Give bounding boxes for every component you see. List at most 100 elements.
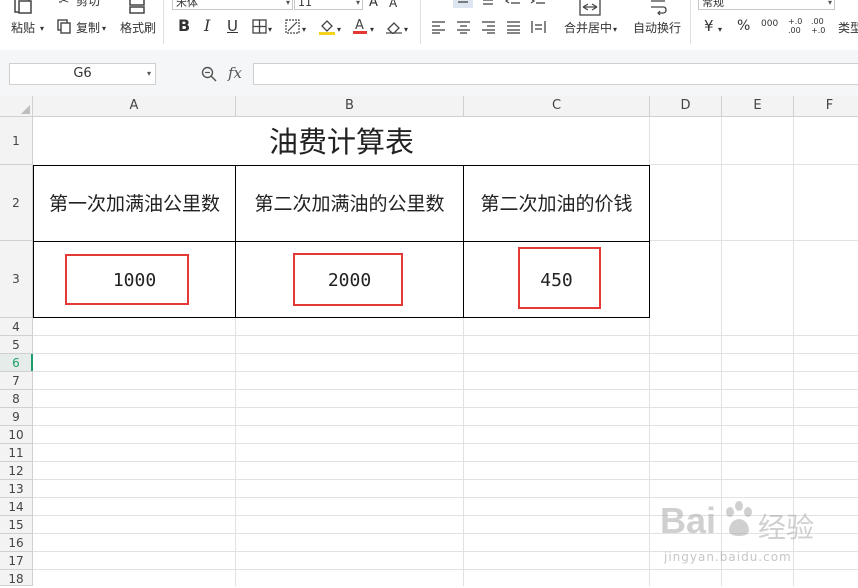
row-header-14[interactable]: 14 bbox=[0, 498, 33, 516]
indent-increase-icon[interactable] bbox=[530, 0, 546, 10]
align-middle-icon[interactable] bbox=[453, 0, 473, 8]
divider bbox=[420, 0, 421, 44]
copy-icon[interactable] bbox=[56, 19, 72, 37]
highlight-box-c3 bbox=[518, 247, 601, 309]
eraser-icon[interactable] bbox=[386, 19, 402, 37]
sheet-title-cell[interactable]: 油费计算表 bbox=[33, 117, 650, 165]
column-header-b[interactable]: B bbox=[236, 96, 464, 117]
column-header-a[interactable]: A bbox=[33, 96, 236, 117]
decrease-font-icon[interactable]: A bbox=[389, 0, 397, 10]
row-header-17[interactable]: 17 bbox=[0, 552, 33, 570]
font-name-select[interactable]: 宋体 ▾ bbox=[172, 0, 293, 10]
paw-logo-icon bbox=[726, 501, 752, 536]
percent-button[interactable]: % bbox=[737, 19, 750, 33]
row-header-15[interactable]: 15 bbox=[0, 516, 33, 534]
row-header-7[interactable]: 7 bbox=[0, 372, 33, 390]
increase-font-icon[interactable]: A bbox=[369, 0, 378, 10]
format-painter-button[interactable]: 格式刷 bbox=[120, 21, 156, 35]
chevron-down-icon[interactable]: ▾ bbox=[356, 0, 360, 9]
format-painter-icon[interactable] bbox=[126, 0, 148, 18]
currency-button[interactable]: ¥ bbox=[704, 19, 714, 34]
row-header-1[interactable]: 1 bbox=[0, 117, 33, 165]
number-format-select[interactable]: 常规 ▾ bbox=[698, 0, 835, 10]
justify-icon[interactable] bbox=[505, 20, 521, 37]
increase-decimal-button[interactable]: +.0 .00 bbox=[788, 17, 808, 35]
row-header-8[interactable]: 8 bbox=[0, 390, 33, 408]
formula-input[interactable] bbox=[253, 63, 858, 85]
name-box[interactable]: G6 ▾ bbox=[9, 63, 156, 85]
row-header-9[interactable]: 9 bbox=[0, 408, 33, 426]
align-top-icon[interactable] bbox=[433, 0, 447, 10]
svg-text:A: A bbox=[355, 18, 364, 33]
row-header-5[interactable]: 5 bbox=[0, 336, 33, 354]
formula-bar: G6 ▾ fx bbox=[0, 50, 858, 97]
row-header-2[interactable]: 2 bbox=[0, 165, 33, 241]
chevron-down-icon[interactable]: ▾ bbox=[370, 22, 374, 38]
align-right-icon[interactable] bbox=[480, 20, 496, 37]
name-box-value: G6 bbox=[73, 66, 92, 81]
indent-decrease-icon[interactable] bbox=[504, 0, 521, 10]
row-header-16[interactable]: 16 bbox=[0, 534, 33, 552]
merge-center-icon[interactable] bbox=[578, 0, 602, 19]
header-cell-c2[interactable]: 第二次加油的价钱 bbox=[464, 166, 649, 241]
paste-button[interactable]: 粘贴 bbox=[11, 21, 35, 35]
chevron-down-icon[interactable]: ▾ bbox=[337, 22, 341, 38]
border-icon[interactable] bbox=[251, 19, 267, 37]
distribute-icon[interactable] bbox=[530, 20, 546, 37]
font-color-icon[interactable]: A bbox=[352, 17, 368, 38]
type-convert-button[interactable]: 类型 bbox=[838, 21, 858, 35]
select-all-corner[interactable] bbox=[0, 96, 33, 117]
wrap-text-icon[interactable] bbox=[648, 0, 668, 19]
watermark-brand: Bai bbox=[660, 500, 717, 541]
wrap-text-button[interactable]: 自动换行 bbox=[633, 21, 681, 35]
row-header-13[interactable]: 13 bbox=[0, 480, 33, 498]
chevron-down-icon[interactable]: ▾ bbox=[302, 22, 306, 38]
fill-color-icon[interactable] bbox=[318, 18, 336, 38]
row-header-18[interactable]: 18 bbox=[0, 570, 33, 586]
copy-button[interactable]: 复制 bbox=[76, 21, 100, 35]
column-header-c[interactable]: C bbox=[464, 96, 650, 117]
highlight-box-a3 bbox=[65, 254, 189, 305]
row-header-11[interactable]: 11 bbox=[0, 444, 33, 462]
chevron-down-icon[interactable]: ▾ bbox=[828, 0, 832, 9]
highlight-box-b3 bbox=[293, 253, 403, 306]
row-header-6[interactable]: 6 bbox=[0, 354, 33, 372]
zoom-icon[interactable] bbox=[201, 66, 217, 85]
chevron-down-icon[interactable]: ▾ bbox=[147, 64, 151, 84]
align-left-icon[interactable] bbox=[430, 20, 446, 37]
merge-center-button[interactable]: 合并居中 bbox=[564, 21, 612, 35]
underline-button[interactable]: U bbox=[227, 19, 238, 34]
insert-function-button[interactable]: fx bbox=[228, 66, 242, 81]
chevron-down-icon[interactable]: ▾ bbox=[268, 22, 272, 38]
italic-button[interactable]: I bbox=[204, 18, 210, 34]
paste-icon[interactable] bbox=[10, 0, 36, 17]
chevron-down-icon[interactable]: ▾ bbox=[286, 0, 290, 9]
header-cell-b2[interactable]: 第二次加满油的公里数 bbox=[236, 166, 463, 241]
align-center-icon[interactable] bbox=[455, 20, 471, 37]
decrease-decimal-button[interactable]: .00 +.0 bbox=[811, 17, 831, 35]
chevron-down-icon[interactable]: ▾ bbox=[102, 21, 106, 37]
row-header-3[interactable]: 3 bbox=[0, 241, 33, 318]
font-name-value: 宋体 bbox=[176, 0, 198, 9]
watermark-url: jingyan.baidu.com bbox=[664, 550, 792, 564]
bold-button[interactable]: B bbox=[178, 18, 190, 34]
align-bottom-icon[interactable] bbox=[481, 0, 495, 10]
scissors-icon[interactable]: ✂ bbox=[56, 0, 72, 10]
chevron-down-icon[interactable]: ▾ bbox=[40, 21, 44, 37]
cut-button[interactable]: 剪切 bbox=[76, 0, 100, 8]
font-size-select[interactable]: 11 ▾ bbox=[294, 0, 363, 10]
row-header-4[interactable]: 4 bbox=[0, 318, 33, 336]
row-header-10[interactable]: 10 bbox=[0, 426, 33, 444]
column-header-f[interactable]: F bbox=[794, 96, 858, 117]
ribbon-toolbar: 粘贴 ▾ ✂ 剪切 复制 ▾ 格式刷 宋体 ▾ 11 ▾ A A B I U ▾… bbox=[0, 0, 858, 50]
fill-pattern-icon[interactable] bbox=[284, 19, 300, 37]
column-header-e[interactable]: E bbox=[722, 96, 794, 117]
divider bbox=[690, 0, 691, 44]
column-header-d[interactable]: D bbox=[650, 96, 722, 117]
header-cell-a2[interactable]: 第一次加满油公里数 bbox=[34, 166, 235, 241]
thousands-button[interactable]: 000 bbox=[761, 17, 778, 31]
chevron-down-icon[interactable]: ▾ bbox=[613, 22, 617, 38]
row-header-12[interactable]: 12 bbox=[0, 462, 33, 480]
chevron-down-icon[interactable]: ▾ bbox=[404, 22, 408, 38]
chevron-down-icon[interactable]: ▾ bbox=[718, 22, 722, 38]
